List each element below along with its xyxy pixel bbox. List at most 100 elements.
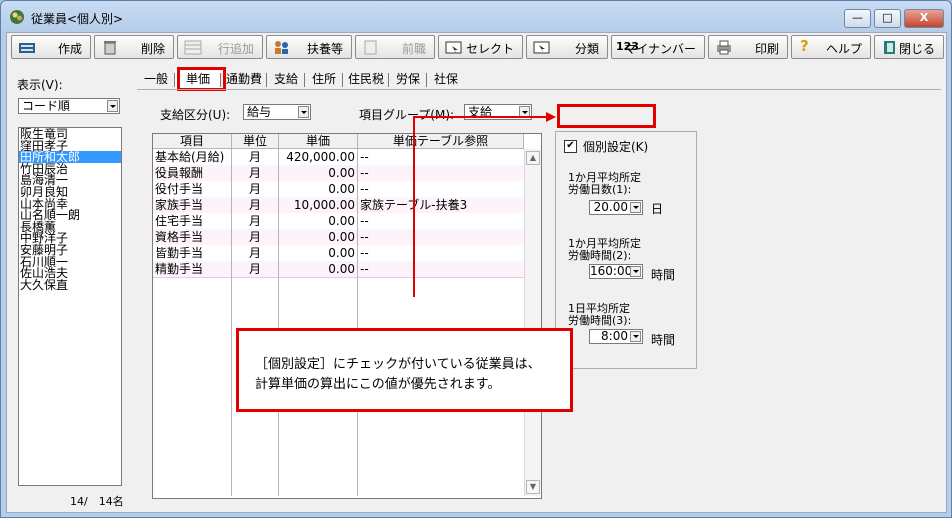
cell-item[interactable]: 精勤手当 [155,261,231,277]
employee-list-item[interactable]: 卯月良知 [19,186,121,198]
cell-unit[interactable]: 月 [233,149,277,165]
employee-list[interactable]: 阪生竜司 窪田孝子 田所和太郎 竹田辰治 島海清一 卯月良知 山本尚幸 山名順一朗 長橋薫 中野洋… [18,127,122,486]
chevron-down-icon [519,106,530,118]
tab-highlight-annotation [177,67,226,91]
chevron-down-icon [630,202,641,213]
days-spinner[interactable]: 20.00 [589,200,643,215]
cell-unit[interactable]: 月 [233,261,277,277]
previous-job-button[interactable]: 前職 [355,35,435,59]
mynumber-button[interactable]: 123 マイナンバー [611,35,705,59]
tab-6[interactable]: 労保 [389,69,427,89]
tab-5[interactable]: 住民税 [343,69,389,89]
maximize-button[interactable]: □ [874,9,901,28]
column-divider [278,134,279,496]
cell-unit[interactable]: 月 [233,181,277,197]
classify-icon [533,41,550,54]
individual-setting-label: 個別設定(K) [583,140,649,154]
employee-list-item[interactable]: 安藤明子 [19,244,121,256]
employee-list-item[interactable]: 大久保直 [19,279,121,291]
tab-7[interactable]: 社保 [427,69,465,89]
document-icon [364,40,377,55]
keyboard-icon [19,43,35,53]
chevron-down-icon [630,266,641,277]
close-button[interactable]: 閉じる [874,35,944,59]
employee-list-item[interactable]: 佐山浩夫 [19,267,121,279]
column-divider [357,134,358,496]
column-header-table-ref: 単価テーブル参照 [358,134,524,149]
chevron-down-icon [630,331,641,342]
select-button[interactable]: セレクト [438,35,523,59]
cell-price[interactable]: 10,000.00 [280,197,355,213]
cell-price[interactable]: 0.00 [280,245,355,261]
cell-price[interactable]: 0.00 [280,213,355,229]
tab-4[interactable]: 住所 [305,69,343,89]
cell-ref[interactable]: -- [360,181,522,197]
monthly-hours-spinner[interactable]: 160:00 [589,264,643,279]
pay-type-select[interactable]: 給与 [243,104,311,120]
delete-button[interactable]: 削除 [94,35,174,59]
table-row[interactable]: 皆勤手当月 0.00 -- [153,245,524,262]
monthly-hours-label-2: 労働時間(2): [568,249,632,262]
employee-list-item[interactable]: 阪生竜司 [19,128,121,140]
cell-unit[interactable]: 月 [233,229,277,245]
cell-ref[interactable]: -- [360,165,522,181]
cell-ref[interactable]: -- [360,245,522,261]
vertical-scrollbar[interactable]: ▲ ▼ [524,149,541,496]
table-row[interactable]: 役付手当月 0.00 -- [153,181,524,198]
scroll-down-icon[interactable]: ▼ [526,480,540,494]
cell-ref[interactable]: -- [360,229,522,245]
add-row-button[interactable]: 行追加 [177,35,263,59]
title-bar: 従業員<個人別> — □ X [1,1,951,33]
cell-price[interactable]: 0.00 [280,229,355,245]
cell-ref[interactable]: -- [360,261,522,277]
table-row[interactable]: 住宅手当月 0.00 -- [153,213,524,230]
cell-unit[interactable]: 月 [233,213,277,229]
cell-price[interactable]: 0.00 [280,165,355,181]
classify-button[interactable]: 分類 [526,35,608,59]
days-unit: 日 [651,202,664,216]
cell-unit[interactable]: 月 [233,165,277,181]
maximize-icon: □ [882,11,893,24]
minimize-button[interactable]: — [844,9,871,28]
display-order-select[interactable]: コード順 [18,98,120,114]
table-row[interactable]: 基本給(月給) 月 420,000.00 -- [153,149,524,166]
cell-price[interactable]: 0.00 [280,261,355,277]
cell-unit[interactable]: 月 [233,197,277,213]
help-button[interactable]: ? ヘルプ [791,35,871,59]
display-label: 表示(V): [17,78,63,92]
callout-line-1: ［個別設定］にチェックが付いている従業員は、 [255,357,541,372]
dependents-button[interactable]: 扶養等 [266,35,352,59]
cell-item[interactable]: 役付手当 [155,181,231,197]
cell-item[interactable]: 資格手当 [155,229,231,245]
table-row[interactable]: 資格手当月 0.00 -- [153,229,524,246]
app-icon [10,10,24,24]
create-button[interactable]: 作成 [11,35,91,59]
cell-price[interactable]: 0.00 [280,181,355,197]
cell-price[interactable]: 420,000.00 [280,149,355,165]
close-window-button[interactable]: X [904,9,944,28]
unit-price-grid[interactable]: 項目 単位 単価 単価テーブル参照 基本給(月給) 月 420,000.00 -- 役員… [152,133,542,499]
employee-list-item[interactable]: 山名順一朗 [19,209,121,221]
table-row[interactable]: 家族手当月 10,000.00 家族テーブル-扶養3 [153,197,524,214]
tab-3[interactable]: 支給 [267,69,305,89]
cell-item[interactable]: 住宅手当 [155,213,231,229]
cell-ref[interactable]: 家族テーブル-扶養3 [360,197,522,213]
daily-hours-spinner[interactable]: 8:00 [589,329,643,344]
cell-item[interactable]: 家族手当 [155,197,231,213]
table-icon [184,40,202,55]
table-row[interactable]: 役員報酬月 0.00 -- [153,165,524,182]
scroll-up-icon[interactable]: ▲ [526,151,540,165]
cell-item[interactable]: 基本給(月給) [155,149,231,165]
cell-unit[interactable]: 月 [233,245,277,261]
cell-item[interactable]: 皆勤手当 [155,245,231,261]
tab-0[interactable]: 一般 [137,69,175,89]
individual-setting-checkbox[interactable]: ✔ [564,140,577,153]
chevron-down-icon [298,106,309,118]
cell-ref[interactable]: -- [360,149,522,165]
table-row[interactable]: 精勤手当月 0.00 -- [153,261,524,278]
cell-ref[interactable]: -- [360,213,522,229]
print-button[interactable]: 印刷 [708,35,788,59]
cell-item[interactable]: 役員報酬 [155,165,231,181]
item-group-select[interactable]: 支給 [464,104,532,120]
tab-2[interactable]: 通勤費 [221,69,267,89]
